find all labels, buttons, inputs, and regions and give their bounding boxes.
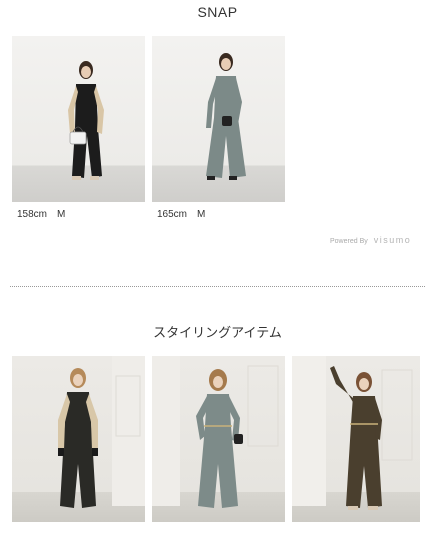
styling-item-1[interactable]: [12, 356, 145, 522]
powered-by-label: Powered By: [330, 238, 368, 245]
snap-title: SNAP: [197, 4, 238, 20]
styling-item-3[interactable]: [292, 356, 420, 522]
styling-item-2[interactable]: [152, 356, 285, 522]
model-figure: [58, 356, 145, 508]
model-figure: [292, 356, 413, 510]
model-figure: [68, 61, 104, 180]
styling-title: スタイリングアイテム: [153, 325, 282, 340]
model-figure: [152, 356, 279, 508]
snap-caption-1: 158cm M: [17, 209, 66, 220]
snap-photo-2[interactable]: [152, 36, 285, 202]
visumo-logo: visumo: [373, 235, 412, 245]
snap-caption-2: 165cm M: [157, 209, 206, 220]
section-divider: [10, 286, 425, 287]
snap-photo-1[interactable]: [12, 36, 145, 202]
model-figure: [206, 53, 246, 180]
powered-by[interactable]: Powered By visumo: [330, 235, 411, 245]
